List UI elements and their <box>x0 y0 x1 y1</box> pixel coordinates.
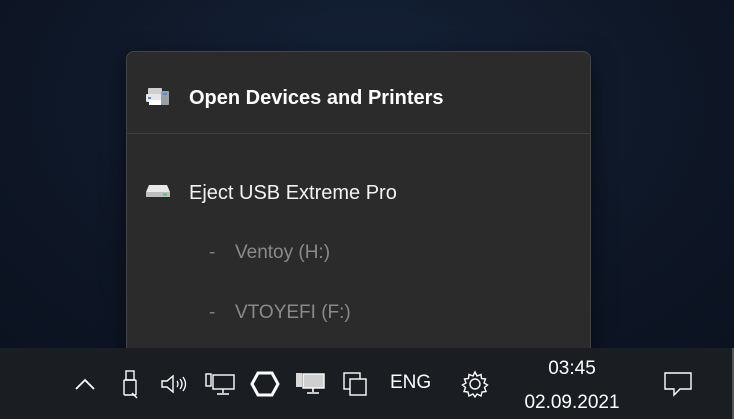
hexagon-icon[interactable] <box>249 366 281 402</box>
list-dash: - <box>209 242 216 263</box>
list-dash: - <box>209 302 216 323</box>
devices-printers-icon <box>145 85 171 112</box>
drive-vtoyefi-item: - VTOYEFI (F:) <box>209 293 351 333</box>
volume-icon[interactable] <box>158 366 190 402</box>
drive-vtoyefi-label: VTOYEFI (F:) <box>235 302 351 323</box>
usb-drive-icon <box>145 183 171 204</box>
gear-icon[interactable] <box>459 366 491 402</box>
taskbar: ENG 03:45 02.09.2021 <box>0 348 734 419</box>
input-language-indicator[interactable]: ENG <box>390 372 431 394</box>
usb-eject-icon[interactable] <box>119 366 141 402</box>
eject-usb-item[interactable]: Eject USB Extreme Pro <box>145 173 397 213</box>
display-icon[interactable] <box>293 366 327 402</box>
network-icon[interactable] <box>203 366 237 402</box>
chevron-up-icon[interactable] <box>72 366 98 402</box>
usb-context-menu: Open Devices and Printers Eject USB Extr… <box>126 51 591 355</box>
menu-divider <box>127 133 590 134</box>
taskbar-clock[interactable]: 03:45 02.09.2021 <box>508 354 636 418</box>
drive-ventoy-item: - Ventoy (H:) <box>209 233 330 273</box>
notification-icon[interactable] <box>662 366 694 402</box>
clock-date: 02.09.2021 <box>524 392 620 413</box>
clock-time: 03:45 <box>548 358 596 379</box>
open-devices-label: Open Devices and Printers <box>189 86 444 109</box>
drive-ventoy-label: Ventoy (H:) <box>235 242 331 263</box>
eject-usb-label: Eject USB Extreme Pro <box>189 181 397 204</box>
open-devices-and-printers-item[interactable]: Open Devices and Printers <box>145 78 444 118</box>
window-copy-icon[interactable] <box>340 366 370 402</box>
